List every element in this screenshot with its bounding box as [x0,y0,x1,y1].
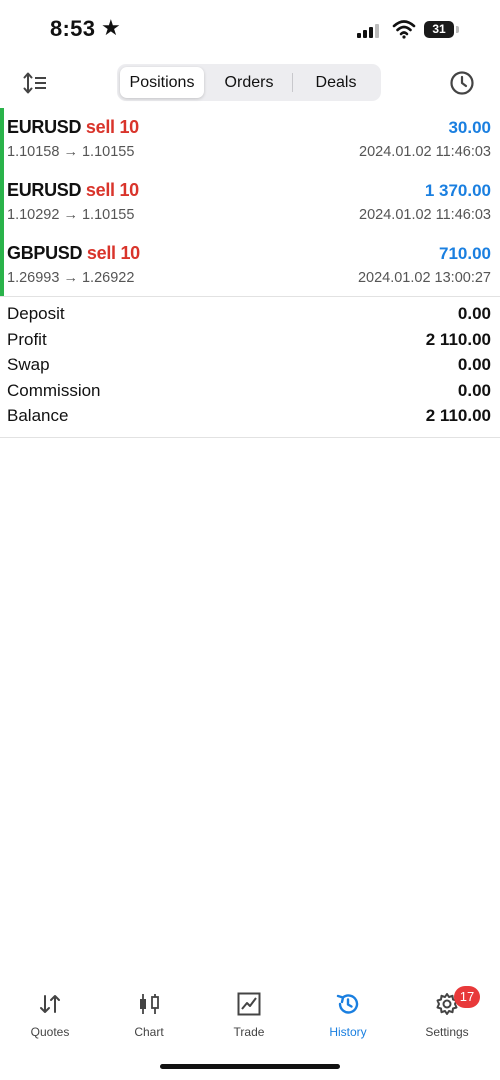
position-time: 2024.01.02 11:46:03 [359,144,491,160]
tab-chart[interactable]: Chart [99,985,199,1045]
summary-value: 2 110.00 [425,406,491,425]
star-icon: ★ [101,15,121,40]
summary-row-profit: Profit 2 110.00 [0,330,500,355]
tab-settings[interactable]: 17 Settings [397,985,497,1045]
position-profit: 30.00 [448,118,491,137]
summary-label: Swap [7,355,50,374]
summary-label: Deposit [7,304,65,323]
position-prices: 1.10292 → 1.10155 [7,207,135,223]
history-segmented-control: Positions Orders Deals [117,64,381,101]
tab-quotes[interactable]: Quotes [0,985,100,1045]
position-time: 2024.01.02 11:46:03 [359,207,491,223]
tab-history[interactable]: History [298,985,398,1045]
divider [0,296,500,297]
position-side: sell 10 [85,117,139,137]
summary-label: Commission [7,380,101,400]
position-row[interactable]: GBPUSD sell 10 710.00 1.26993 → 1.26922 … [0,234,500,296]
summary-row-commission: Commission 0.00 [0,381,500,406]
summary-value: 0.00 [457,380,491,400]
position-symbol: GBPUSD [7,243,83,263]
wifi-icon [392,20,416,39]
settings-badge: 17 [454,986,480,1008]
position-side: sell 10 [85,180,139,200]
quotes-icon [40,995,60,1013]
summary-row-balance: Balance 2 110.00 [0,406,500,431]
position-profit: 1 370.00 [424,181,491,200]
clock-icon[interactable] [449,70,475,96]
tab-label: Settings [425,1025,469,1039]
position-title: EURUSD sell 10 [7,117,139,138]
bottom-tab-bar: Quotes Chart Trade History 17 Settings [0,985,500,1045]
status-time: 8:53 [50,16,96,41]
sort-icon[interactable] [22,70,50,96]
trade-icon [237,992,261,1016]
toolbar: Positions Orders Deals [0,62,500,106]
position-profit: 710.00 [439,244,491,263]
tab-label: Trade [233,1025,265,1039]
home-indicator [160,1064,340,1069]
position-symbol: EURUSD [7,117,82,137]
chart-icon [140,994,159,1014]
summary-label: Balance [7,406,69,425]
summary-label: Profit [7,329,47,349]
position-title: GBPUSD sell 10 [7,243,140,264]
tab-orders[interactable]: Orders [206,67,292,98]
position-row[interactable]: EURUSD sell 10 1 370.00 1.10292 → 1.1015… [0,171,500,233]
divider [0,437,500,438]
history-icon [336,994,359,1014]
position-prices: 1.26993 → 1.26922 [7,270,135,286]
summary-value: 0.00 [457,304,491,323]
summary-value: 0.00 [457,355,491,374]
battery-icon: 31 [424,21,454,38]
position-prices: 1.10158 → 1.10155 [7,144,135,160]
tab-deals[interactable]: Deals [293,67,379,98]
position-time: 2024.01.02 13:00:27 [357,270,491,286]
summary-value: 2 110.00 [425,329,491,349]
tab-label: Quotes [30,1025,70,1039]
position-symbol: EURUSD [7,180,82,200]
status-bar: 8:53 ★ 31 [0,0,500,62]
cellular-signal-icon [357,24,381,38]
tab-label: Chart [134,1025,164,1039]
tab-trade[interactable]: Trade [199,985,299,1045]
tab-positions[interactable]: Positions [120,67,204,98]
summary-row-deposit: Deposit 0.00 [0,304,500,329]
battery-cap [456,26,459,33]
summary-row-swap: Swap 0.00 [0,355,500,380]
tab-label: History [329,1025,367,1039]
position-side: sell 10 [86,243,140,263]
position-row[interactable]: EURUSD sell 10 30.00 1.10158 → 1.10155 2… [0,108,500,170]
position-title: EURUSD sell 10 [7,180,139,201]
